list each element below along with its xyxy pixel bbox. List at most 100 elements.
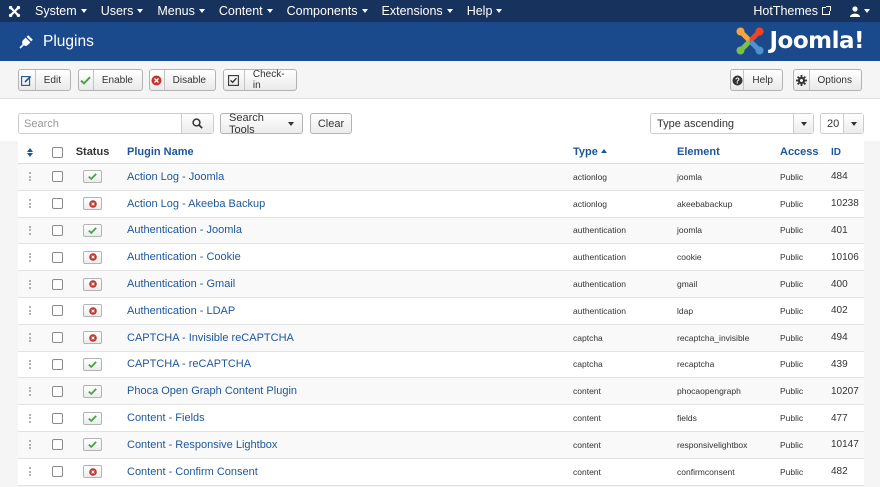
menu-users[interactable]: Users <box>94 4 151 18</box>
drag-handle-icon <box>29 252 31 262</box>
drag-handle[interactable] <box>18 279 42 289</box>
external-link-icon <box>822 6 831 15</box>
limit-select[interactable]: 20 <box>820 113 864 134</box>
row-checkbox[interactable] <box>51 412 63 424</box>
chevron-down-icon <box>446 9 453 13</box>
status-toggle-button[interactable] <box>83 465 102 479</box>
ordering-sort-toggle[interactable] <box>18 147 42 157</box>
plugin-name-link[interactable]: Authentication - Gmail <box>113 278 573 290</box>
table-row: CAPTCHA - Invisible reCAPTCHA captcha reca… <box>18 324 864 352</box>
type-column-header[interactable]: Type <box>573 146 677 158</box>
search-button[interactable] <box>181 114 213 133</box>
menu-content[interactable]: Content <box>212 4 280 18</box>
row-checkbox[interactable] <box>51 278 63 290</box>
user-menu[interactable] <box>840 5 880 17</box>
row-checkbox[interactable] <box>51 439 63 451</box>
plugin-type: authentication <box>573 252 626 263</box>
disable-icon <box>88 467 97 476</box>
plugin-access: Public <box>780 305 804 316</box>
clear-button[interactable]: Clear <box>310 113 352 134</box>
drag-handle[interactable] <box>18 199 42 209</box>
status-toggle-button[interactable] <box>83 197 102 211</box>
row-checkbox[interactable] <box>51 332 63 344</box>
plugin-access: Public <box>780 252 804 263</box>
disable-icon <box>88 253 97 262</box>
row-checkbox[interactable] <box>51 466 63 478</box>
chevron-down-icon <box>198 9 205 13</box>
row-checkbox[interactable] <box>51 171 63 183</box>
plugin-name-link[interactable]: Action Log - Joomla <box>113 171 573 183</box>
drag-handle-icon <box>29 172 31 182</box>
status-toggle-button[interactable] <box>83 411 102 425</box>
status-toggle-button[interactable] <box>83 331 102 345</box>
status-toggle-button[interactable] <box>83 170 102 184</box>
row-checkbox[interactable] <box>51 385 63 397</box>
ordering-select[interactable]: Type ascending <box>650 113 814 134</box>
menu-system[interactable]: System <box>28 4 94 18</box>
table-row: Content - Responsive Lightbox content resp… <box>18 431 864 459</box>
drag-handle[interactable] <box>18 225 42 235</box>
row-checkbox[interactable] <box>51 358 63 370</box>
plugin-id: 439 <box>831 358 848 370</box>
access-column-header[interactable]: Access <box>780 146 831 158</box>
row-checkbox[interactable] <box>51 251 63 263</box>
plugin-name-link[interactable]: Content - Confirm Consent <box>113 466 573 478</box>
status-toggle-button[interactable] <box>83 438 102 452</box>
search-tools-button[interactable]: Search Tools <box>220 112 303 136</box>
id-column-header[interactable]: ID <box>831 147 864 158</box>
row-checkbox[interactable] <box>51 305 63 317</box>
name-column-header[interactable]: Plugin Name <box>113 146 573 158</box>
status-column-header[interactable]: Status <box>72 146 113 158</box>
menu-menus[interactable]: Menus <box>150 4 212 18</box>
plugin-name-link[interactable]: Phoca Open Graph Content Plugin <box>113 385 573 397</box>
plugin-name-link[interactable]: Authentication - Joomla <box>113 224 573 236</box>
checkin-button[interactable]: Check-in <box>223 69 297 91</box>
search-input[interactable] <box>19 114 181 133</box>
site-link[interactable]: HotThemes <box>743 4 840 18</box>
row-checkbox[interactable] <box>51 198 63 210</box>
plugin-name-link[interactable]: Authentication - Cookie <box>113 251 573 263</box>
plugin-name-link[interactable]: CAPTCHA - reCAPTCHA <box>113 358 573 370</box>
drag-handle[interactable] <box>18 413 42 423</box>
drag-handle-icon <box>29 440 31 450</box>
drag-handle[interactable] <box>18 252 42 262</box>
drag-handle[interactable] <box>18 467 42 477</box>
help-button[interactable]: ? Help <box>730 69 783 91</box>
chevron-down-icon <box>288 121 294 126</box>
plugin-name-link[interactable]: Authentication - LDAP <box>113 305 573 317</box>
status-toggle-button[interactable] <box>83 277 102 291</box>
user-icon <box>850 5 860 17</box>
row-checkbox[interactable] <box>51 224 63 236</box>
plugin-name-link[interactable]: Action Log - Akeeba Backup <box>113 198 573 210</box>
status-toggle-button[interactable] <box>83 384 102 398</box>
status-toggle-button[interactable] <box>83 250 102 264</box>
drag-handle[interactable] <box>18 306 42 316</box>
drag-handle[interactable] <box>18 359 42 369</box>
select-all-checkbox[interactable] <box>51 146 63 158</box>
search-icon <box>192 118 203 129</box>
disable-button[interactable]: Disable <box>149 69 216 91</box>
plugin-type: content <box>573 466 601 477</box>
status-toggle-button[interactable] <box>83 304 102 318</box>
status-toggle-button[interactable] <box>83 223 102 237</box>
plugin-name-link[interactable]: CAPTCHA - Invisible reCAPTCHA <box>113 332 573 344</box>
drag-handle[interactable] <box>18 440 42 450</box>
drag-handle-icon <box>29 306 31 316</box>
drag-handle[interactable] <box>18 333 42 343</box>
menu-components[interactable]: Components <box>280 4 375 18</box>
drag-handle[interactable] <box>18 386 42 396</box>
options-button[interactable]: Options <box>793 69 862 91</box>
drag-handle[interactable] <box>18 172 42 182</box>
menu-help[interactable]: Help <box>460 4 510 18</box>
table-row: Content - Confirm Consent content confirmc… <box>18 459 864 486</box>
page-header: Plugins Joomla! <box>0 22 880 61</box>
enable-button[interactable]: Enable <box>78 69 143 91</box>
plugin-name-link[interactable]: Content - Fields <box>113 412 573 424</box>
menu-extensions[interactable]: Extensions <box>375 4 460 18</box>
element-column-header[interactable]: Element <box>677 146 780 158</box>
edit-button[interactable]: Edit <box>18 69 71 91</box>
plugin-type: authentication <box>573 305 626 316</box>
plugin-name-link[interactable]: Content - Responsive Lightbox <box>113 439 573 451</box>
joomla-logo-icon[interactable] <box>0 0 28 22</box>
status-toggle-button[interactable] <box>83 357 102 371</box>
